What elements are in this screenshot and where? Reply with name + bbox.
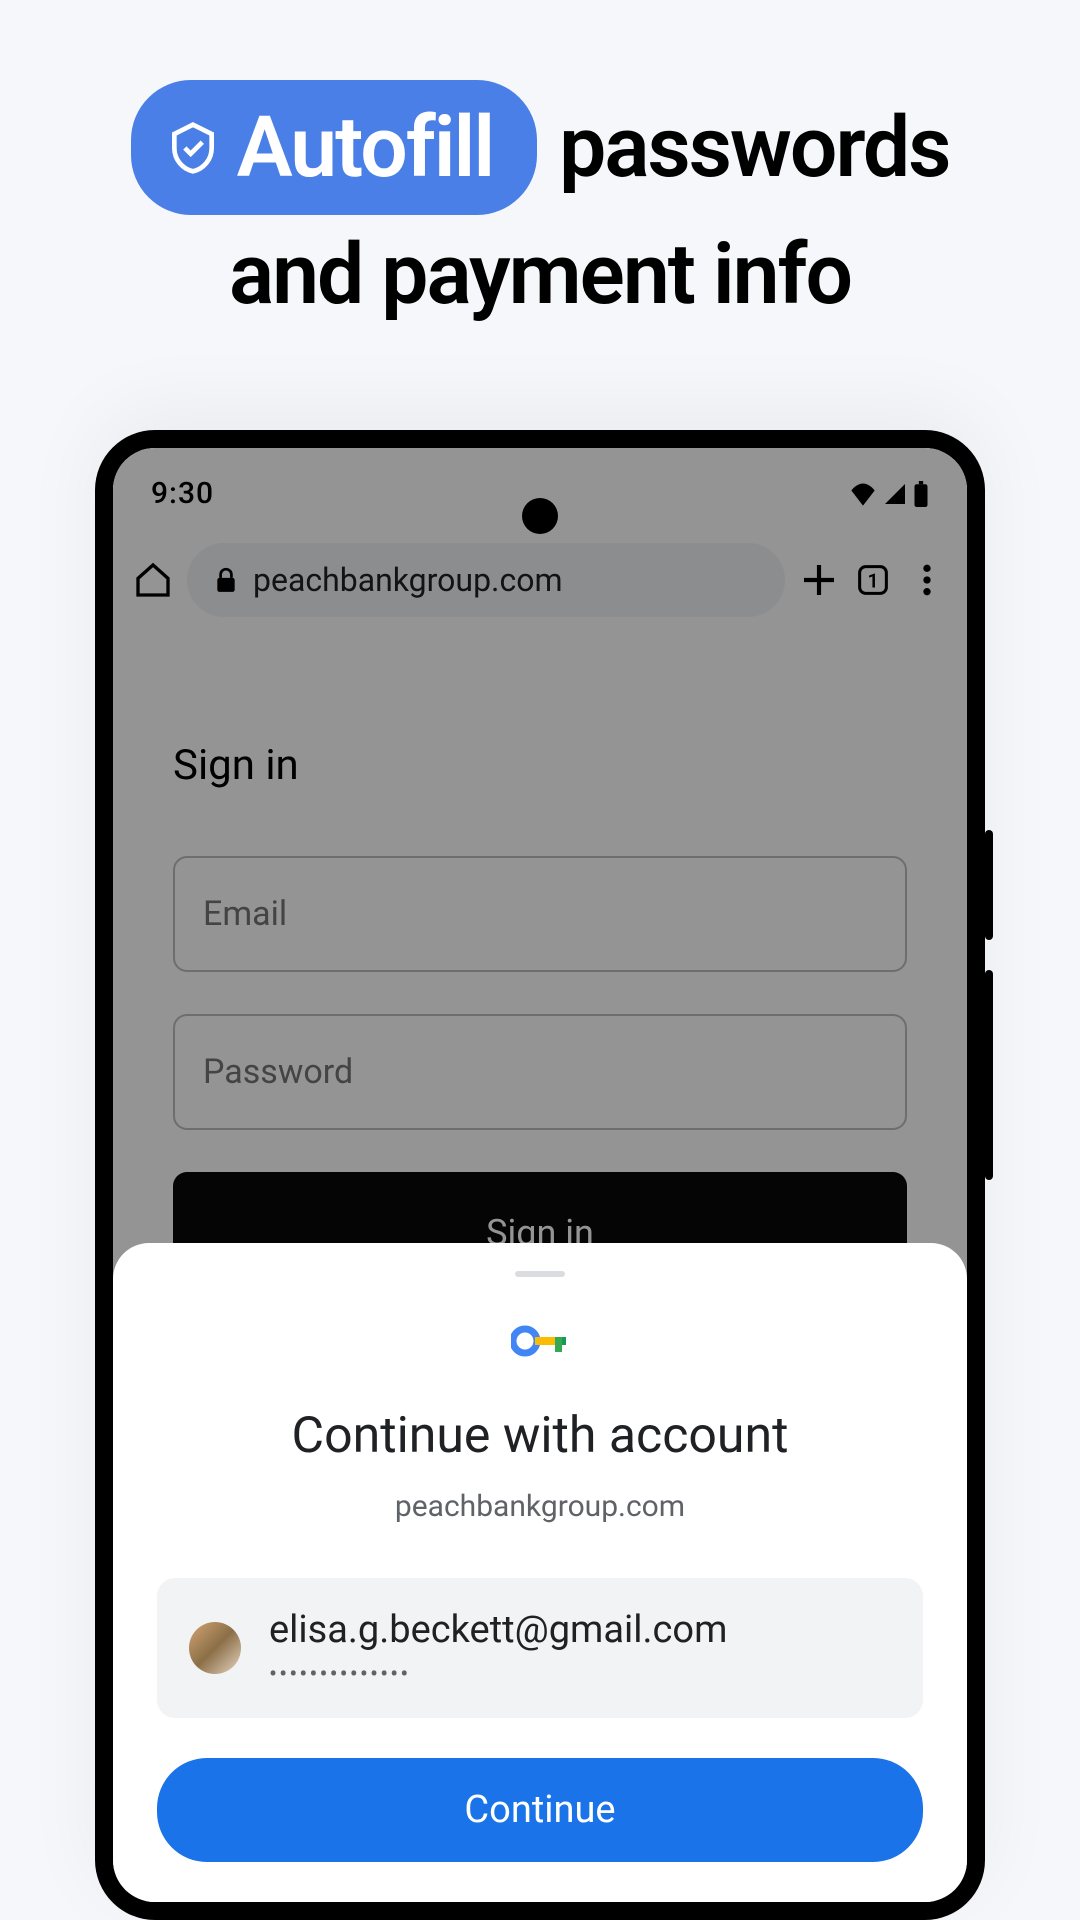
promo-headline: Autofill passwords and payment info (0, 0, 1080, 324)
phone-volume-button (985, 970, 993, 1180)
autofill-text: Autofill (237, 98, 494, 197)
account-password-mask: •••••••••••••• (269, 1660, 891, 1688)
headline-line2: and payment info (60, 225, 1020, 324)
sheet-subtitle: peachbankgroup.com (157, 1489, 923, 1524)
avatar (189, 1622, 241, 1674)
phone-camera-dot (522, 498, 558, 534)
drag-handle-icon[interactable] (515, 1271, 565, 1277)
autofill-pill: Autofill (131, 80, 538, 215)
shield-check-icon (165, 120, 221, 176)
sheet-title: Continue with account (157, 1407, 923, 1465)
phone-power-button (985, 830, 993, 940)
phone-frame: 9:30 peachbankgroup.com (95, 430, 985, 1920)
password-key-icon (157, 1325, 923, 1357)
headline-word-passwords: passwords (559, 98, 949, 197)
continue-button[interactable]: Continue (157, 1758, 923, 1862)
account-suggestion[interactable]: elisa.g.beckett@gmail.com •••••••••••••• (157, 1578, 923, 1718)
autofill-bottom-sheet: Continue with account peachbankgroup.com… (113, 1243, 967, 1902)
account-email: elisa.g.beckett@gmail.com (269, 1608, 891, 1652)
